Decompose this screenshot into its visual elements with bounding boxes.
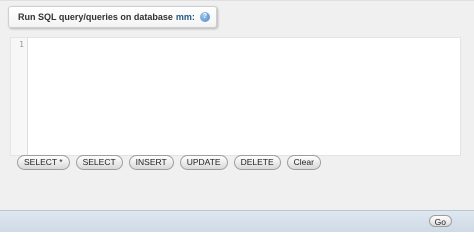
sql-box-legend: Run SQL query/queries on database mm: ? (8, 6, 217, 28)
database-name: mm: (175, 12, 195, 22)
clear-button[interactable]: Clear (286, 155, 321, 170)
sql-query-panel: Run SQL query/queries on database mm: ? … (0, 0, 474, 210)
insert-button[interactable]: INSERT (128, 155, 174, 170)
form-footer: Go (0, 210, 474, 232)
sql-query-editor[interactable]: 1 (10, 37, 461, 156)
delete-button[interactable]: DELETE (233, 155, 281, 170)
legend-text: Run SQL query/queries on database (18, 12, 173, 22)
select-star-button[interactable]: SELECT * (17, 155, 70, 170)
go-button[interactable]: Go (428, 215, 452, 227)
line-number-gutter: 1 (11, 38, 28, 155)
sql-snippet-toolbar: SELECT * SELECT INSERT UPDATE DELETE Cle… (17, 155, 321, 170)
help-icon[interactable]: ? (199, 12, 210, 22)
update-button[interactable]: UPDATE (179, 155, 228, 170)
line-number: 1 (19, 40, 24, 49)
select-button[interactable]: SELECT (75, 155, 123, 170)
